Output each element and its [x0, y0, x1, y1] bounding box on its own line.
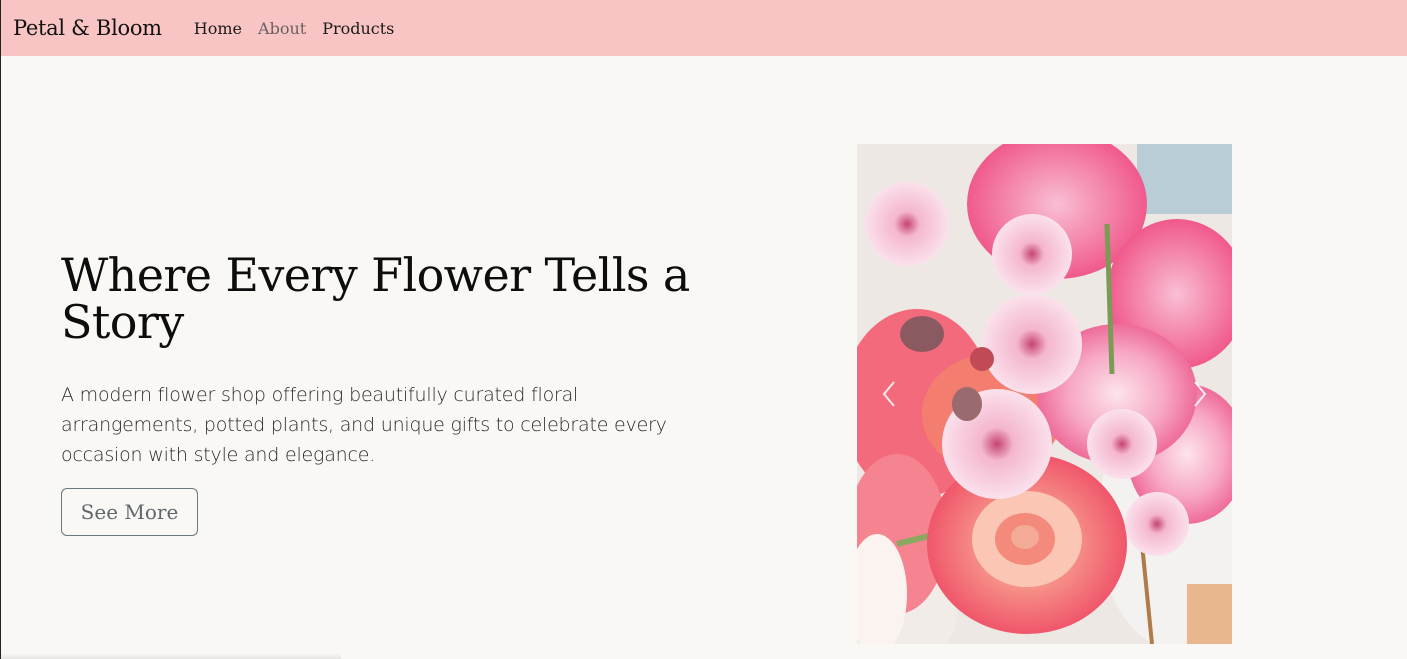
nav-link-about[interactable]: About — [250, 19, 314, 38]
hero-title: Where Every Flower Tells a Story — [61, 248, 690, 349]
bottom-shadow — [1, 653, 341, 659]
navbar: Petal & Bloom Home About Products — [1, 0, 1407, 56]
carousel-prev-button[interactable] — [869, 374, 909, 414]
chevron-left-icon — [882, 381, 895, 407]
see-more-button[interactable]: See More — [61, 488, 198, 536]
nav-link-home[interactable]: Home — [186, 19, 250, 38]
nav-links: Home About Products — [186, 19, 403, 38]
chevron-right-icon — [1194, 381, 1207, 407]
hero-carousel — [857, 144, 1232, 644]
nav-link-products[interactable]: Products — [314, 19, 402, 38]
hero-description: A modern flower shop offering beautifull… — [61, 384, 667, 466]
carousel-image — [857, 144, 1232, 644]
carousel-next-button[interactable] — [1180, 374, 1220, 414]
brand-logo[interactable]: Petal & Bloom — [13, 16, 162, 40]
